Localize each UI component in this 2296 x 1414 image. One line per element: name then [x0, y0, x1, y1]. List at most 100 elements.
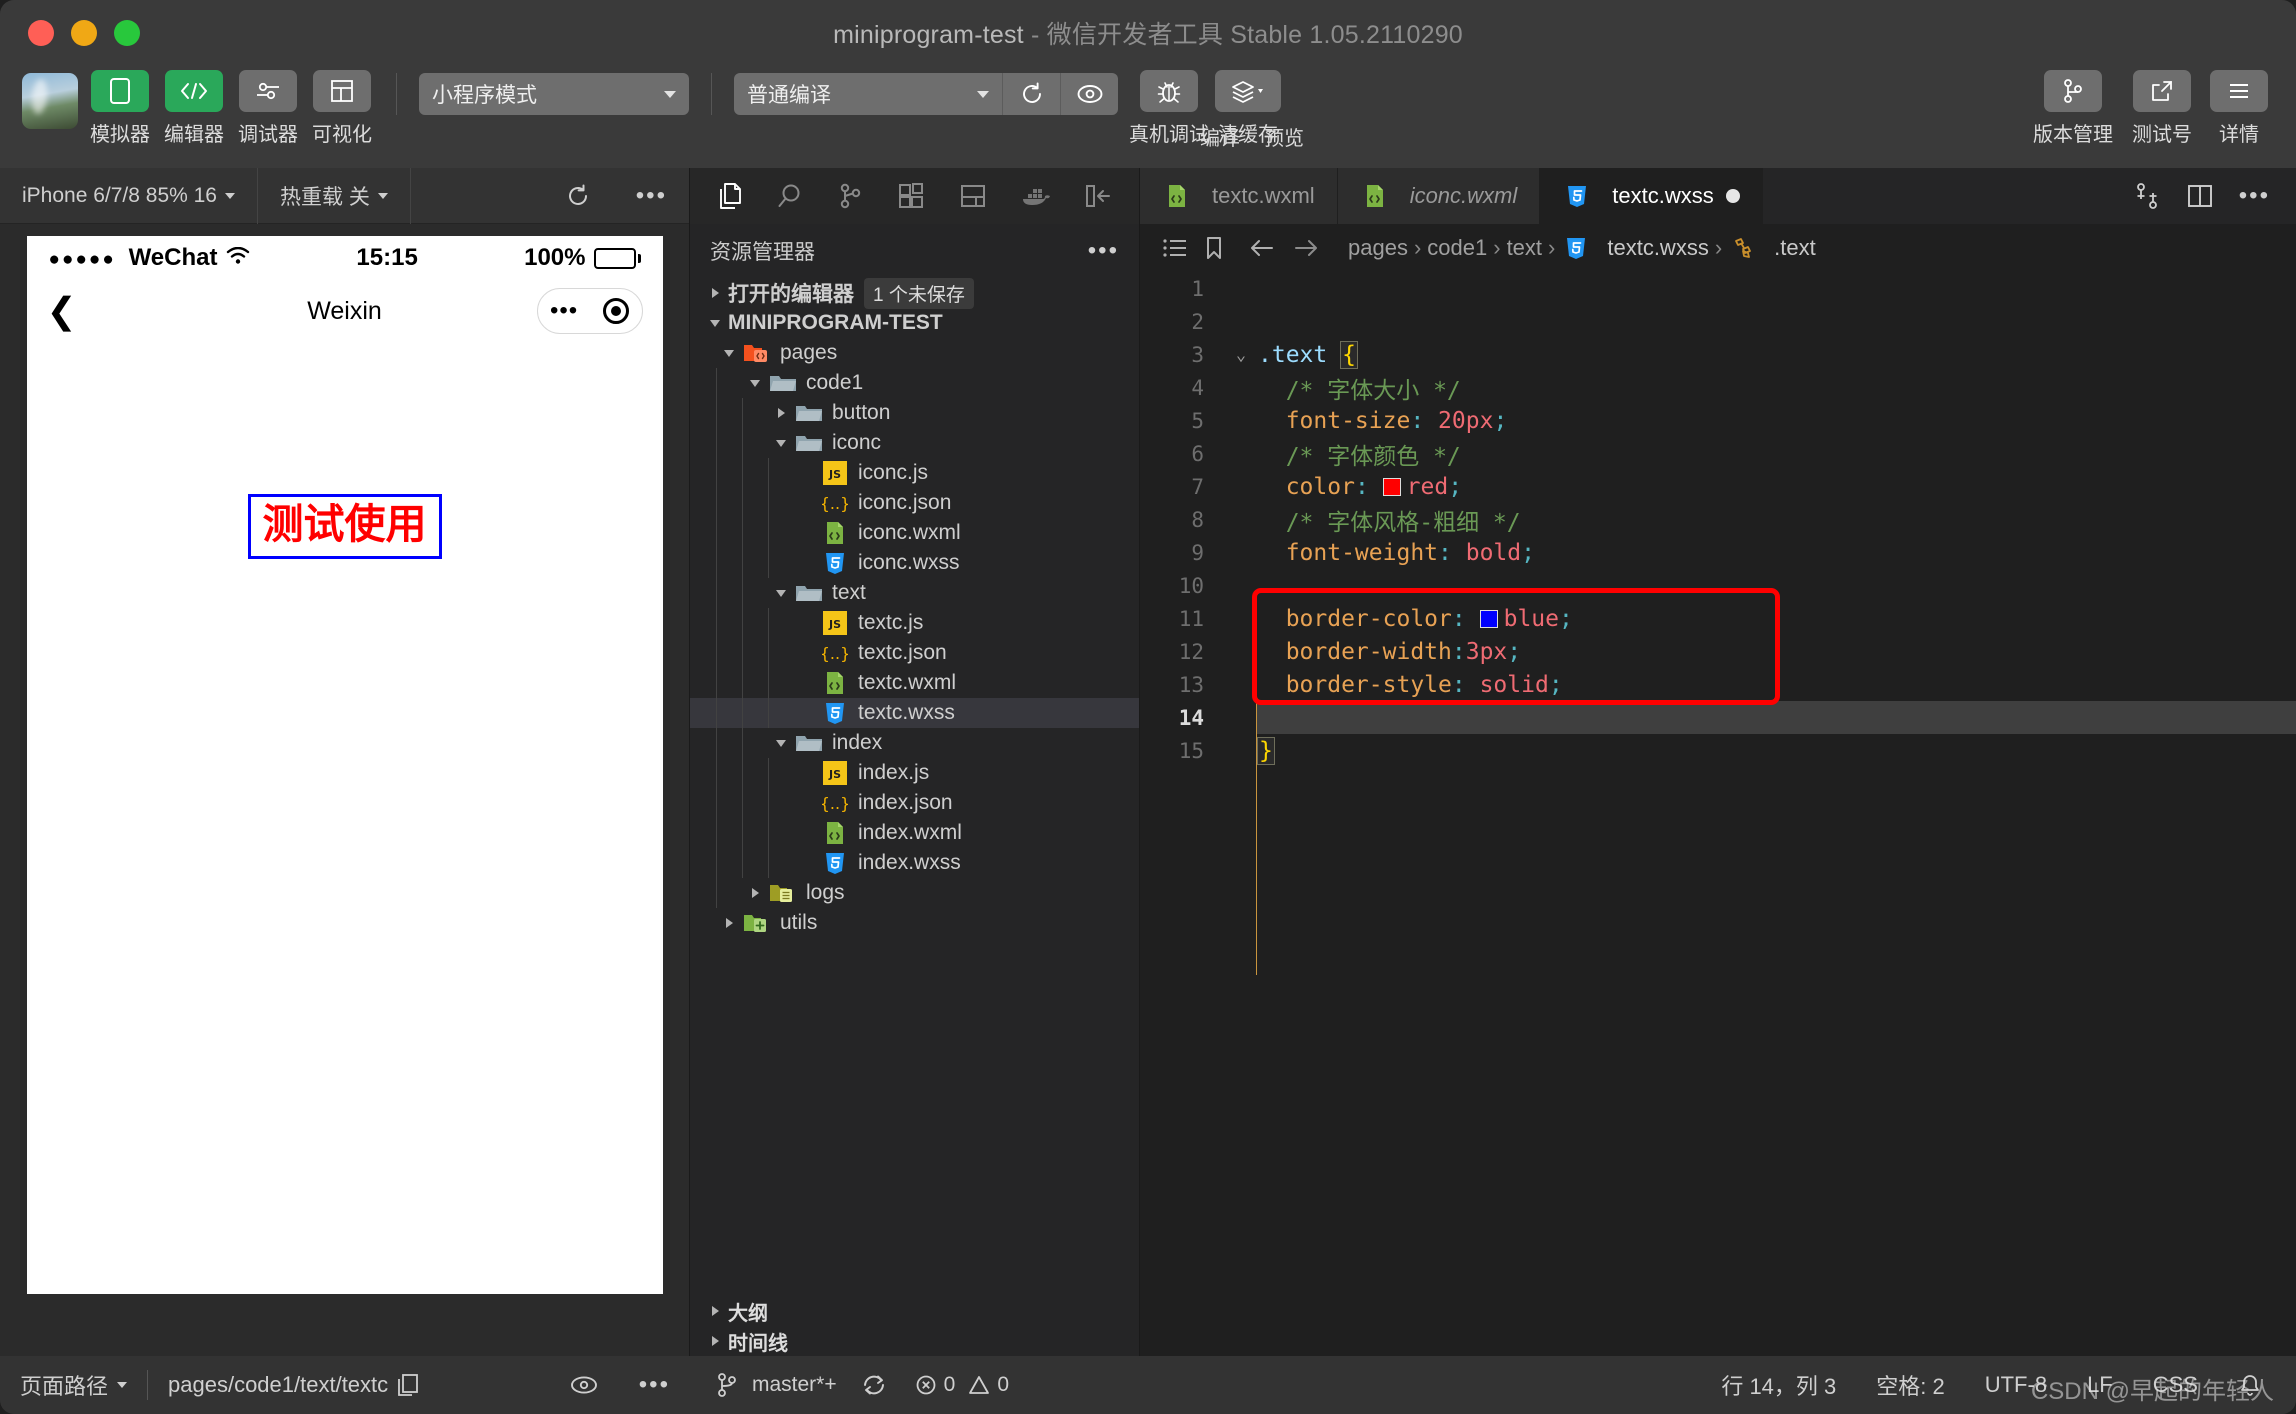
tree-twisty[interactable] [768, 408, 794, 418]
simulator-refresh-button[interactable] [542, 168, 614, 224]
editor-tab-textc.wxss[interactable]: textc.wxss [1540, 168, 1763, 224]
mode-select[interactable]: 小程序模式 [419, 73, 689, 115]
close-mini-icon[interactable] [603, 298, 630, 324]
capsule-buttons[interactable]: ••• [536, 288, 643, 334]
tree-folder-pages[interactable]: pages [690, 338, 1139, 368]
tree-folder-button[interactable]: button [690, 398, 1139, 428]
color-swatch[interactable] [1479, 609, 1498, 628]
status-eye-button[interactable] [549, 1356, 619, 1414]
code-line-14[interactable]: 14 [1140, 701, 2296, 734]
breadcrumb-item-text[interactable]: text [1507, 235, 1542, 261]
code-line-4[interactable]: 4 /* 字体大小 */ [1140, 371, 2296, 404]
scm-branch[interactable]: master*+ 0 0 [690, 1363, 1009, 1407]
docker-icon[interactable] [1021, 185, 1051, 207]
split-diff-icon[interactable] [2135, 182, 2161, 210]
preview-button[interactable] [1060, 73, 1118, 115]
tree-file-iconc.wxml[interactable]: iconc.wxml [690, 518, 1139, 548]
toolbar-button-details[interactable]: 详情 [2208, 70, 2270, 147]
error-count-group[interactable]: 0 0 [915, 1373, 1009, 1397]
collapse-panel-icon[interactable] [1084, 183, 1112, 209]
tree-twisty[interactable] [702, 288, 728, 298]
code-line-13[interactable]: 13 border-style: solid; [1140, 668, 2296, 701]
tree-file-index.wxml[interactable]: index.wxml [690, 818, 1139, 848]
code-line-9[interactable]: 9 font-weight: bold; [1140, 536, 2296, 569]
bell-icon[interactable] [2238, 1373, 2262, 1397]
tree-file-index.wxss[interactable]: index.wxss [690, 848, 1139, 878]
code-line-3[interactable]: 3 ⌄ .text { [1140, 338, 2296, 371]
device-select[interactable]: iPhone 6/7/8 85% 16 [0, 168, 257, 224]
code-line-7[interactable]: 7 color: red; [1140, 470, 2296, 503]
toolbar-button-editor[interactable]: 编辑器 [162, 70, 226, 147]
code-lines[interactable]: 1 2 3 ⌄ .text {4 /* 字体大小 */5 font-size: 20px… [1140, 272, 2296, 1356]
code-line-8[interactable]: 8 /* 字体风格-粗细 */ [1140, 503, 2296, 536]
tree-twisty[interactable] [742, 888, 768, 898]
tree-twisty[interactable] [768, 739, 794, 747]
fold-chevron-icon[interactable]: ⌄ [1226, 345, 1256, 365]
status-cursor-position[interactable]: 行 14，列 3 [1721, 1369, 1836, 1401]
open-editors-section[interactable]: 打开的编辑器 1 个未保存 [690, 278, 1139, 309]
status-indentation[interactable]: 空格: 2 [1876, 1369, 1944, 1401]
toolbar-button-real-debug[interactable]: 真机调试 [1129, 70, 1209, 147]
debug-console-icon[interactable] [959, 183, 987, 209]
sync-icon[interactable] [861, 1373, 887, 1397]
status-language-mode[interactable]: CSS [2153, 1372, 2198, 1398]
arrow-left-icon[interactable] [1248, 237, 1276, 259]
project-root[interactable]: MINIPROGRAM-TEST [690, 308, 1139, 338]
code-line-10[interactable]: 10 [1140, 569, 2296, 602]
editor-tab-iconc.wxml[interactable]: iconc.wxml [1337, 168, 1541, 224]
code-line-11[interactable]: 11 border-color: blue; [1140, 602, 2296, 635]
tree-folder-logs[interactable]: logs [690, 878, 1139, 908]
file-tree[interactable]: 打开的编辑器 1 个未保存 MINIPROGRAM-TEST pages code1 bu… [690, 278, 1139, 1296]
tree-file-textc.json[interactable]: {..} textc.json [690, 638, 1139, 668]
tree-twisty[interactable] [768, 439, 794, 447]
tree-file-iconc.wxss[interactable]: iconc.wxss [690, 548, 1139, 578]
compile-select[interactable]: 普通编译 [734, 73, 1002, 115]
minimize-window-button[interactable] [71, 20, 97, 46]
editor-tab-textc.wxml[interactable]: textc.wxml [1140, 168, 1338, 224]
breadcrumb-item-.text[interactable]: .text [1728, 235, 1816, 261]
outline-section[interactable]: 大纲 [690, 1296, 1139, 1326]
tree-twisty[interactable] [702, 319, 728, 327]
toolbar-button-simulator[interactable]: 模拟器 [88, 70, 152, 147]
tree-file-iconc.js[interactable]: JS iconc.js [690, 458, 1139, 488]
tree-file-textc.js[interactable]: JS textc.js [690, 608, 1139, 638]
breadcrumb[interactable]: pages › code1 › text › textc.wxss › .text [1140, 224, 2296, 272]
hot-reload-select[interactable]: 热重载 关 [257, 167, 411, 224]
extensions-icon[interactable] [897, 182, 925, 210]
status-more-button[interactable]: ••• [619, 1356, 690, 1414]
toolbar-button-testid[interactable]: 测试号 [2124, 70, 2200, 147]
page-path-value-group[interactable]: pages/code1/text/textc [148, 1356, 439, 1414]
tree-file-textc.wxml[interactable]: textc.wxml [690, 668, 1139, 698]
files-icon[interactable] [717, 182, 743, 210]
copy-icon[interactable] [397, 1373, 419, 1397]
toolbar-button-debugger[interactable]: 调试器 [236, 70, 300, 147]
compile-button[interactable] [1002, 73, 1060, 115]
breadcrumb-item-code1[interactable]: code1 [1427, 235, 1487, 261]
toolbar-button-version[interactable]: 版本管理 [2030, 70, 2116, 147]
status-encoding[interactable]: UTF-8 [1985, 1372, 2047, 1398]
window-controls[interactable] [28, 20, 140, 46]
tree-twisty[interactable] [768, 589, 794, 597]
tree-folder-text[interactable]: text [690, 578, 1139, 608]
search-icon[interactable] [776, 182, 804, 210]
split-editor-icon[interactable] [2187, 183, 2213, 209]
code-area[interactable]: 1 2 3 ⌄ .text {4 /* 字体大小 */5 font-size: 20px… [1140, 272, 2296, 1356]
simulator-more-button[interactable]: ••• [614, 168, 689, 224]
tree-file-textc.wxss[interactable]: textc.wxss [690, 698, 1139, 728]
page-path-select[interactable]: 页面路径 [0, 1356, 147, 1414]
bookmark-icon[interactable] [1204, 236, 1224, 260]
toolbar-button-visual[interactable]: 可视化 [310, 70, 374, 147]
timeline-section[interactable]: 时间线 [690, 1326, 1139, 1356]
tree-file-index.js[interactable]: JS index.js [690, 758, 1139, 788]
code-line-15[interactable]: 15} [1140, 734, 2296, 767]
more-icon[interactable]: ••• [2239, 184, 2270, 209]
code-line-6[interactable]: 6 /* 字体颜色 */ [1140, 437, 2296, 470]
maximize-window-button[interactable] [114, 20, 140, 46]
arrow-right-icon[interactable] [1292, 237, 1320, 259]
color-swatch[interactable] [1382, 477, 1401, 496]
status-eol[interactable]: LF [2087, 1372, 2113, 1398]
breadcrumb-item-textc.wxss[interactable]: textc.wxss [1561, 235, 1709, 261]
source-control-icon[interactable] [838, 182, 864, 210]
breadcrumb-item-pages[interactable]: pages [1348, 235, 1408, 261]
avatar[interactable] [22, 73, 78, 129]
